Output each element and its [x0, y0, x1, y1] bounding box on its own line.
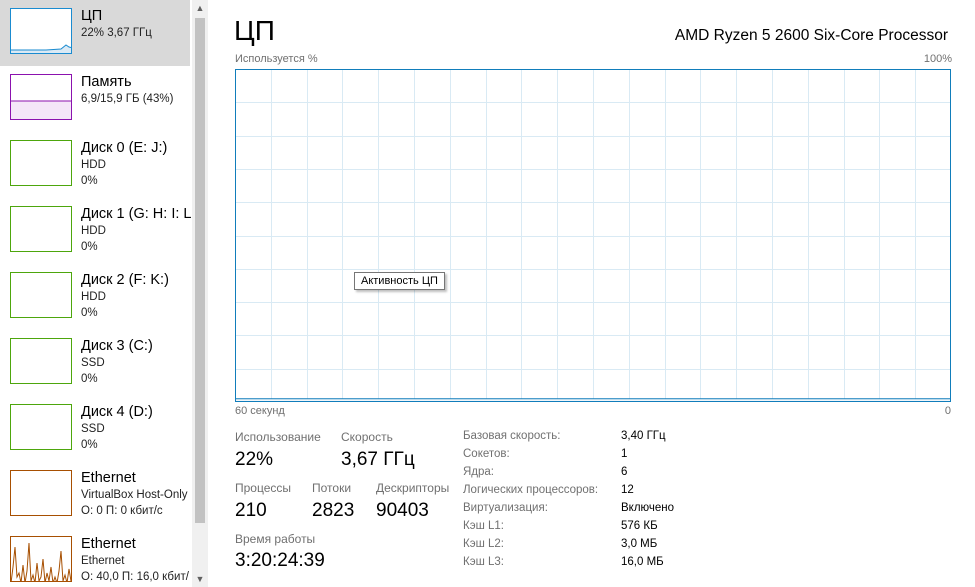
spec-value-logical-processors: 12	[621, 484, 634, 496]
sidebar-item-detail: 6,9/15,9 ГБ (43%)	[81, 93, 174, 105]
sidebar-item-title: Ethernet	[81, 536, 136, 552]
cpu-usage-chart	[235, 69, 951, 402]
graph-time-end: 0	[944, 405, 951, 417]
sidebar-item-disk-1[interactable]: Диск 1 (G: H: I: L HDD 0%	[0, 198, 192, 264]
sidebar-item-detail: Ethernet	[81, 555, 125, 567]
sidebar-item-title: Диск 2 (F: K:)	[81, 272, 169, 288]
disk-thumbnail-graph	[10, 404, 72, 450]
spec-value-sockets: 1	[621, 448, 628, 460]
resource-sidebar: ЦП 22% 3,67 ГГц Память 6,9/15,9 ГБ (43%)…	[0, 0, 208, 587]
sidebar-item-memory[interactable]: Память 6,9/15,9 ГБ (43%)	[0, 66, 190, 132]
sidebar-item-title: Диск 4 (D:)	[81, 404, 153, 420]
ethernet-thumbnail-graph	[10, 470, 72, 516]
chart-grid	[235, 69, 951, 402]
processes-label: Процессы	[235, 481, 292, 495]
spec-label-base-speed: Базовая скорость:	[463, 430, 561, 442]
threads-label: Потоки	[312, 481, 352, 495]
spec-label-cores: Ядра:	[463, 466, 495, 478]
sidebar-item-disk-2[interactable]: Диск 2 (F: K:) HDD 0%	[0, 264, 190, 330]
graph-axis-label: Используется %	[235, 53, 318, 65]
scroll-down-icon[interactable]: ▼	[192, 571, 208, 587]
sidebar-item-detail: SSD	[81, 423, 105, 435]
sidebar-item-detail: HDD	[81, 159, 106, 171]
sidebar-item-usage: 0%	[81, 307, 98, 319]
ethernet-thumbnail-graph	[10, 536, 72, 582]
spec-label-sockets: Сокетов:	[463, 448, 510, 460]
uptime-label: Время работы	[235, 532, 316, 546]
disk-thumbnail-graph	[10, 206, 72, 252]
spec-value-base-speed: 3,40 ГГц	[621, 430, 666, 442]
sidebar-item-title: Диск 0 (E: J:)	[81, 140, 168, 156]
graph-max-label: 100%	[923, 53, 952, 65]
usage-label: Использование	[235, 430, 321, 444]
cpu-thumbnail-graph	[10, 8, 72, 54]
sidebar-item-disk-4[interactable]: Диск 4 (D:) SSD 0%	[0, 396, 190, 462]
sidebar-item-usage: 0%	[81, 439, 98, 451]
sidebar-item-title: Диск 1 (G: H: I: L	[81, 206, 192, 222]
spec-label-l1-cache: Кэш L1:	[463, 520, 504, 532]
uptime-value: 3:20:24:39	[235, 550, 325, 571]
disk-thumbnail-graph	[10, 338, 72, 384]
speed-label: Скорость	[341, 430, 393, 444]
scroll-up-icon[interactable]: ▲	[192, 0, 208, 16]
sidebar-item-usage: О: 40,0 П: 16,0 кбит/	[81, 571, 189, 583]
sidebar-item-disk-3[interactable]: Диск 3 (C:) SSD 0%	[0, 330, 190, 396]
sidebar-item-usage: 0%	[81, 175, 98, 187]
sidebar-item-title: ЦП	[81, 8, 103, 24]
spec-value-cores: 6	[621, 466, 628, 478]
spec-label-l3-cache: Кэш L3:	[463, 556, 504, 568]
speed-value: 3,67 ГГц	[341, 449, 415, 470]
sidebar-item-detail: 22% 3,67 ГГц	[81, 27, 152, 39]
sidebar-item-title: Память	[81, 74, 132, 90]
spec-value-virtualization: Включено	[621, 502, 675, 514]
cpu-activity-tooltip: Активность ЦП	[354, 272, 445, 290]
sidebar-scrollbar[interactable]: ▲ ▼	[192, 0, 208, 587]
sidebar-item-detail: HDD	[81, 225, 106, 237]
scrollbar-thumb[interactable]	[195, 18, 205, 523]
sidebar-item-usage: 0%	[81, 373, 98, 385]
graph-time-start: 60 секунд	[235, 405, 285, 417]
spec-label-logical-processors: Логических процессоров:	[463, 484, 599, 496]
sidebar-item-detail: VirtualBox Host-Only	[81, 489, 188, 501]
spec-label-virtualization: Виртуализация:	[463, 502, 548, 514]
sidebar-item-usage: 0%	[81, 241, 98, 253]
handles-label: Дескрипторы	[376, 481, 450, 495]
sidebar-item-title: Диск 3 (C:)	[81, 338, 153, 354]
cpu-model-name: AMD Ryzen 5 2600 Six-Core Processor	[674, 27, 948, 44]
disk-thumbnail-graph	[10, 272, 72, 318]
handles-value: 90403	[376, 500, 429, 521]
sidebar-item-detail: HDD	[81, 291, 106, 303]
memory-thumbnail-graph	[10, 74, 72, 120]
page-title: ЦП	[234, 15, 275, 46]
spec-label-l2-cache: Кэш L2:	[463, 538, 504, 550]
sidebar-item-ethernet-virtualbox[interactable]: Ethernet VirtualBox Host-Only О: 0 П: 0 …	[0, 462, 190, 528]
spec-value-l2-cache: 3,0 МБ	[621, 538, 658, 550]
spec-value-l1-cache: 576 КБ	[621, 520, 658, 532]
usage-value: 22%	[235, 449, 274, 470]
threads-value: 2823	[312, 500, 355, 521]
sidebar-item-ethernet[interactable]: Ethernet Ethernet О: 40,0 П: 16,0 кбит/	[0, 528, 190, 587]
spec-value-l3-cache: 16,0 МБ	[621, 556, 664, 568]
sidebar-item-title: Ethernet	[81, 470, 136, 486]
sidebar-item-disk-0[interactable]: Диск 0 (E: J:) HDD 0%	[0, 132, 190, 198]
disk-thumbnail-graph	[10, 140, 72, 186]
sidebar-item-detail: SSD	[81, 357, 105, 369]
processes-value: 210	[235, 500, 267, 521]
sidebar-item-cpu[interactable]: ЦП 22% 3,67 ГГц	[0, 0, 190, 66]
sidebar-item-usage: О: 0 П: 0 кбит/с	[81, 505, 163, 517]
